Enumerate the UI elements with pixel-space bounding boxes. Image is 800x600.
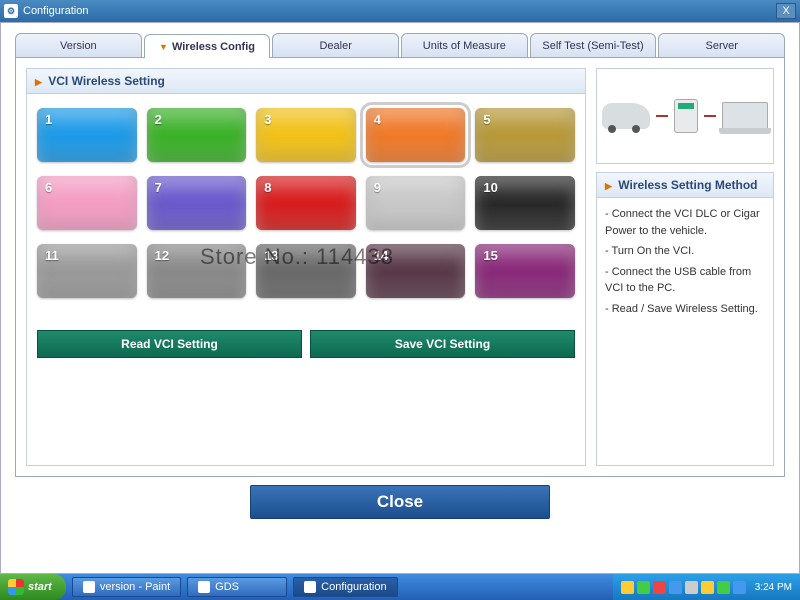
color-tile-11[interactable]: 11 (37, 244, 137, 298)
tray-icon[interactable] (653, 581, 666, 594)
system-tray[interactable]: 3:24 PM (613, 574, 800, 600)
content-area: Version ▼ Wireless Config Dealer Units of Me… (0, 22, 800, 574)
tile-number: 9 (374, 180, 381, 195)
chevron-down-icon: ▼ (159, 42, 168, 52)
triangle-icon: ▶ (35, 77, 42, 87)
tile-number: 11 (45, 248, 59, 263)
tile-number: 13 (264, 248, 278, 263)
color-tile-13[interactable]: 13 (256, 244, 356, 298)
laptop-icon (722, 102, 768, 130)
tab-label: Wireless Config (172, 41, 255, 53)
triangle-icon: ▶ (605, 181, 612, 191)
read-vci-button[interactable]: Read VCI Setting (37, 330, 302, 358)
action-row: Read VCI Setting Save VCI Setting (27, 330, 585, 368)
taskbar-item-label: GDS (215, 581, 239, 593)
tab-self-test-semi-test-[interactable]: Self Test (Semi-Test) (530, 33, 657, 57)
car-icon (602, 103, 650, 129)
tray-icon[interactable] (637, 581, 650, 594)
tab-label: Server (705, 40, 737, 52)
tile-number: 7 (155, 180, 162, 195)
color-tile-7[interactable]: 7 (147, 176, 247, 230)
connection-illustration (596, 68, 774, 164)
taskbar-item-label: Configuration (321, 581, 386, 593)
app-icon: ⚙ (4, 4, 18, 18)
color-tile-8[interactable]: 8 (256, 176, 356, 230)
tile-number: 8 (264, 180, 271, 195)
tab-dealer[interactable]: Dealer (272, 33, 399, 57)
window-title: Configuration (23, 5, 88, 17)
color-tile-12[interactable]: 12 (147, 244, 247, 298)
tile-number: 6 (45, 180, 52, 195)
tab-server[interactable]: Server (658, 33, 785, 57)
color-tile-4[interactable]: 4 (366, 108, 466, 162)
tile-number: 5 (483, 112, 490, 127)
taskbar-item[interactable]: GDS (187, 577, 287, 597)
windows-logo-icon (8, 579, 24, 595)
method-header: ▶ Wireless Setting Method (597, 173, 773, 198)
color-grid: 123456789101112131415 (27, 94, 585, 312)
taskbar: start version - Paint GDS Configuration 3:… (0, 574, 800, 600)
color-tile-2[interactable]: 2 (147, 108, 247, 162)
window-close-button[interactable]: X (776, 3, 796, 19)
color-tile-14[interactable]: 14 (366, 244, 466, 298)
tab-label: Dealer (319, 40, 351, 52)
color-tile-3[interactable]: 3 (256, 108, 356, 162)
tab-label: Units of Measure (423, 40, 506, 52)
tab-wireless-config[interactable]: ▼ Wireless Config (144, 34, 271, 58)
color-tile-1[interactable]: 1 (37, 108, 137, 162)
close-bar: Close (15, 485, 785, 519)
wireless-setting-panel: ▶ VCI Wireless Setting 12345678910111213… (26, 68, 586, 466)
tray-icon[interactable] (669, 581, 682, 594)
tab-strip: Version ▼ Wireless Config Dealer Units of Me… (1, 23, 799, 57)
method-title: Wireless Setting Method (618, 178, 757, 192)
color-tile-6[interactable]: 6 (37, 176, 137, 230)
method-step: - Read / Save Wireless Setting. (605, 301, 765, 318)
cable-icon (656, 115, 668, 117)
tab-label: Version (60, 40, 97, 52)
color-tile-10[interactable]: 10 (475, 176, 575, 230)
method-steps: - Connect the VCI DLC or Cigar Power to … (597, 198, 773, 329)
section-title: VCI Wireless Setting (48, 74, 165, 88)
right-column: ▶ Wireless Setting Method - Connect the … (596, 68, 774, 466)
app-icon (304, 581, 316, 593)
close-button[interactable]: Close (250, 485, 550, 519)
start-label: start (28, 581, 52, 593)
tile-number: 3 (264, 112, 271, 127)
app-icon (83, 581, 95, 593)
section-header: ▶ VCI Wireless Setting (27, 69, 585, 94)
method-step: - Turn On the VCI. (605, 243, 765, 260)
taskbar-item[interactable]: version - Paint (72, 577, 181, 597)
tray-icon[interactable] (701, 581, 714, 594)
tile-number: 10 (483, 180, 497, 195)
panel-area: ▶ VCI Wireless Setting 12345678910111213… (15, 57, 785, 477)
tray-icon[interactable] (621, 581, 634, 594)
color-tile-9[interactable]: 9 (366, 176, 466, 230)
tile-number: 12 (155, 248, 169, 263)
tile-number: 14 (374, 248, 388, 263)
tab-version[interactable]: Version (15, 33, 142, 57)
vci-device-icon (674, 99, 698, 133)
start-button[interactable]: start (0, 574, 66, 600)
cable-icon (704, 115, 716, 117)
color-tile-5[interactable]: 5 (475, 108, 575, 162)
tray-icon[interactable] (685, 581, 698, 594)
taskbar-item-label: version - Paint (100, 581, 170, 593)
taskbar-item[interactable]: Configuration (293, 577, 397, 597)
tray-icon[interactable] (717, 581, 730, 594)
tile-number: 4 (374, 112, 381, 127)
save-vci-button[interactable]: Save VCI Setting (310, 330, 575, 358)
method-step: - Connect the USB cable from VCI to the … (605, 264, 765, 297)
tile-number: 2 (155, 112, 162, 127)
tile-number: 1 (45, 112, 52, 127)
tile-number: 15 (483, 248, 497, 263)
color-tile-15[interactable]: 15 (475, 244, 575, 298)
method-step: - Connect the VCI DLC or Cigar Power to … (605, 206, 765, 239)
taskbar-clock[interactable]: 3:24 PM (755, 582, 792, 593)
tab-label: Self Test (Semi-Test) (542, 40, 643, 52)
window-titlebar: ⚙ Configuration X (0, 0, 800, 22)
app-icon (198, 581, 210, 593)
tab-units-of-measure[interactable]: Units of Measure (401, 33, 528, 57)
tray-icon[interactable] (733, 581, 746, 594)
method-box: ▶ Wireless Setting Method - Connect the … (596, 172, 774, 466)
